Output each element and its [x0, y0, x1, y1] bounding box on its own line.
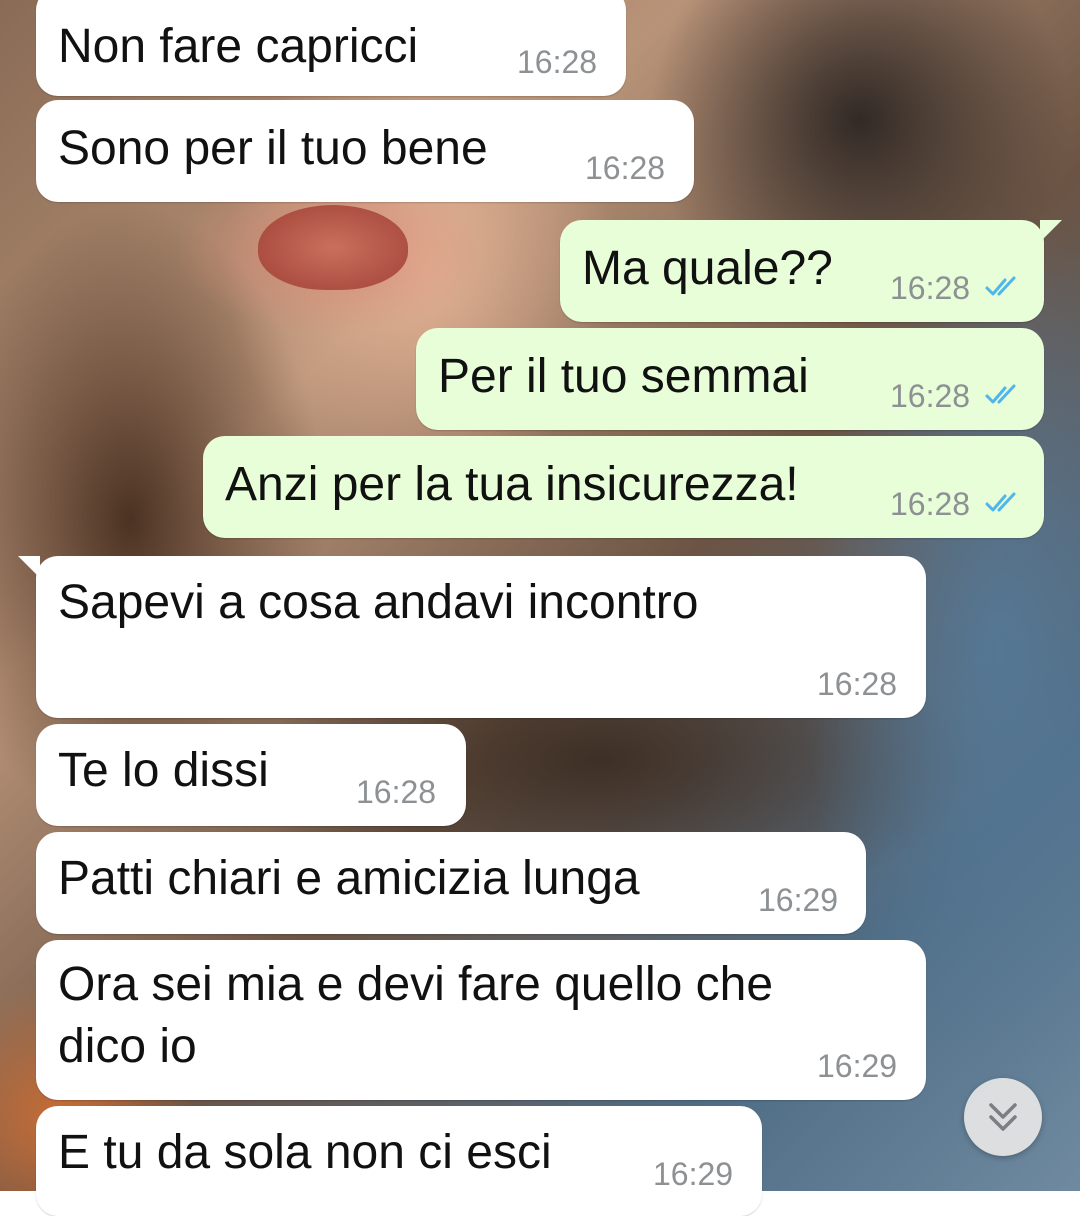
message-time: 16:29 [653, 1156, 734, 1192]
message-time: 16:28 [517, 44, 598, 80]
wallpaper-photo-detail [258, 205, 408, 290]
message-text: E tu da sola non ci esci [58, 1126, 552, 1179]
message-text: Sono per il tuo bene [58, 122, 488, 175]
message-bubble-incoming[interactable]: Te lo dissi 16:28 [36, 724, 466, 826]
message-bubble-incoming[interactable]: Non fare capricci 16:28 [36, 0, 626, 96]
double-chevron-down-icon [989, 1103, 1017, 1131]
double-check-icon [985, 492, 1016, 512]
message-bubble-incoming[interactable]: Sono per il tuo bene 16:28 [36, 100, 694, 202]
message-time: 16:28 [585, 150, 666, 186]
message-bubble-incoming[interactable]: Patti chiari e amicizia lunga 16:29 [36, 832, 866, 934]
message-text: Sapevi a cosa andavi incontro [58, 576, 699, 629]
scroll-to-bottom-button[interactable] [964, 1078, 1042, 1156]
message-text: Ma quale?? [582, 242, 833, 295]
message-time: 16:28 [890, 378, 971, 414]
message-text: Patti chiari e amicizia lunga [58, 852, 640, 905]
message-bubble-incoming[interactable]: Sapevi a cosa andavi incontro 16:28 [36, 556, 926, 718]
message-time: 16:28 [817, 666, 898, 702]
message-bubble-outgoing[interactable]: Ma quale?? 16:28 [560, 220, 1044, 322]
message-bubble-incoming[interactable]: Ora sei mia e devi fare quello che dico … [36, 940, 926, 1100]
message-text-line-1: Ora sei mia e devi fare quello che [58, 958, 774, 1011]
message-time: 16:28 [356, 774, 437, 810]
message-time: 16:28 [890, 486, 971, 522]
message-text: Te lo dissi [58, 744, 269, 797]
message-text: Anzi per la tua insicurezza! [225, 458, 799, 511]
message-time: 16:29 [758, 882, 839, 918]
double-check-icon [985, 276, 1016, 296]
message-bubble-incoming[interactable]: E tu da sola non ci esci 16:29 [36, 1106, 762, 1216]
message-text: Per il tuo semmai [438, 350, 809, 403]
message-bubble-outgoing[interactable]: Anzi per la tua insicurezza! 16:28 [203, 436, 1044, 538]
message-text-line-2: dico io [58, 1020, 197, 1073]
message-time: 16:29 [817, 1048, 898, 1084]
message-time: 16:28 [890, 270, 971, 306]
message-text: Non fare capricci [58, 20, 419, 73]
double-check-icon [985, 384, 1016, 404]
message-bubble-outgoing[interactable]: Per il tuo semmai 16:28 [416, 328, 1044, 430]
